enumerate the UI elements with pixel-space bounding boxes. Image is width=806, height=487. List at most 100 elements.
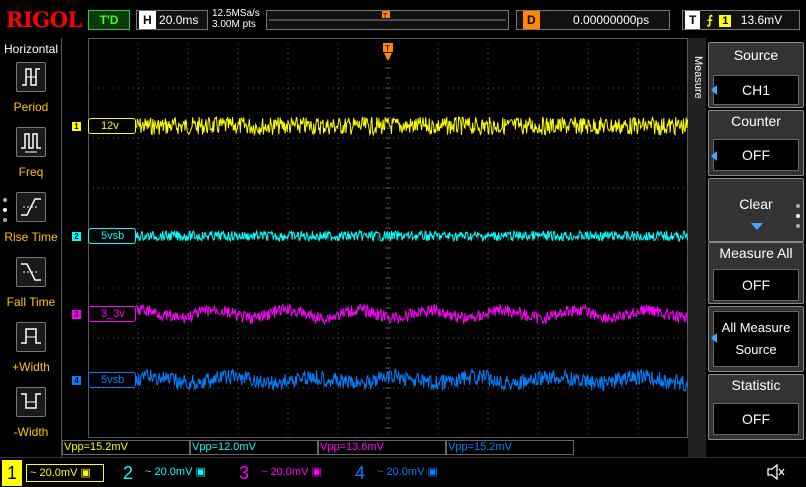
counter-label: Counter	[731, 113, 781, 129]
period-icon	[16, 62, 46, 92]
svg-text:T: T	[384, 44, 390, 53]
page-dot	[3, 218, 7, 222]
page-dot	[3, 198, 7, 202]
all-measure-source-box: All Measure Source	[713, 311, 799, 367]
rise-time-label: Rise Time	[4, 230, 58, 244]
bandwidth-limit-icon: ▣	[311, 466, 322, 478]
measurement-ch2-value: Vpp=12.0mV	[192, 441, 256, 453]
menu-side-tab: Measure	[688, 38, 706, 458]
channel-2-marker[interactable]: 2	[72, 232, 81, 241]
channel-4-number: 4	[354, 463, 365, 483]
positive-width-label: +Width	[12, 360, 50, 374]
channel-3-label: 3_3v	[88, 306, 136, 322]
arrow-left-icon	[711, 151, 717, 161]
trigger-letter: T	[685, 11, 701, 29]
trigger-position-marker: T	[383, 43, 393, 61]
measurement-ch1-value: Vpp=15.2mV	[64, 441, 128, 453]
measurement-ch3-value: Vpp=13.6mV	[320, 441, 384, 453]
waveform-display[interactable]: T	[88, 38, 688, 438]
channel-1-scale-value: 20.0mV	[39, 467, 78, 479]
trigger-level: 13.6mV	[740, 13, 783, 27]
waveform-overview-icon: T	[269, 11, 506, 21]
channel-3-scale: ~ 20.0mV ▣	[258, 464, 336, 482]
channel-4-scale: ~ 20.0mV ▣	[374, 464, 452, 482]
clear-softkey[interactable]: Clear	[708, 178, 804, 242]
bandwidth-limit-icon: ▣	[427, 466, 438, 478]
all-measure-label: All Measure	[721, 320, 791, 335]
counter-softkey[interactable]: Counter OFF	[708, 110, 804, 176]
svg-text:T: T	[382, 12, 388, 20]
channel-3-indicator[interactable]: 3 ~ 20.0mV ▣	[234, 460, 338, 486]
channel-4-trace	[135, 367, 688, 392]
channel-1-marker[interactable]: 1	[72, 122, 81, 131]
measurement-ch1[interactable]: Vpp=15.2mV	[62, 440, 190, 455]
statistic-label: Statistic	[731, 377, 781, 393]
channel-2-indicator[interactable]: 2 ~ 20.0mV ▣	[118, 460, 222, 486]
rise-time-icon	[16, 192, 46, 222]
delay-box[interactable]: D 0.00000000ps	[516, 10, 670, 30]
measurement-ch3[interactable]: Vpp=13.6mV	[318, 440, 446, 455]
channel-3-number: 3	[238, 463, 249, 483]
ac-coupling-icon: ~	[261, 466, 268, 478]
measure-all-softkey[interactable]: Measure All OFF	[708, 242, 804, 304]
menu-title: Measure	[692, 56, 704, 99]
measurement-results: Vpp=15.2mV Vpp=12.0mV Vpp=13.6mV Vpp=15.…	[62, 440, 688, 456]
bandwidth-limit-icon: ▣	[80, 467, 91, 479]
timebase-box[interactable]: H 20.0ms	[136, 10, 208, 30]
channel-1-scale: ~ 20.0mV ▣	[26, 464, 104, 482]
channel-4-marker[interactable]: 4	[72, 376, 81, 385]
memory-depth: 3.00M pts	[212, 19, 256, 30]
all-measure-source-label: Source	[735, 342, 777, 357]
sound-icon[interactable]	[765, 462, 787, 482]
channel-2-number: 2	[122, 463, 133, 483]
rising-edge-icon: ⨍	[706, 13, 713, 27]
delay-value: 0.00000000ps	[573, 13, 650, 27]
channel-bar: 1 ~ 20.0mV ▣ 2 ~ 20.0mV ▣ 3 ~ 20.0mV ▣ 4…	[0, 457, 806, 487]
statistic-value: OFF	[713, 403, 799, 435]
trigger-position-bar[interactable]: T	[266, 10, 509, 30]
statistic-softkey[interactable]: Statistic OFF	[708, 374, 804, 440]
fall-time-icon	[16, 257, 46, 287]
measure-all-value: OFF	[713, 269, 799, 301]
page-dot	[796, 224, 800, 228]
timebase-value: 20.0ms	[159, 13, 199, 27]
measure-frequency-button[interactable]: Freq	[0, 125, 62, 189]
measure-positive-width-button[interactable]: +Width	[0, 320, 62, 384]
counter-value: OFF	[713, 139, 799, 171]
acquisition-status: T'D	[88, 10, 130, 30]
left-menu-title: Horizontal	[3, 42, 59, 56]
page-dot-active	[3, 208, 7, 212]
bandwidth-limit-icon: ▣	[195, 466, 206, 478]
ac-coupling-icon: ~	[145, 466, 152, 478]
measure-fall-time-button[interactable]: Fall Time	[0, 255, 62, 319]
frequency-icon	[16, 127, 46, 157]
measure-all-label: Measure All	[719, 245, 793, 261]
triangle-down-icon	[751, 223, 763, 230]
top-status-bar: RIGOL T'D H 20.0ms 12.5MSa/s 3.00M pts T…	[0, 0, 806, 38]
channel-3-marker[interactable]: 3	[72, 310, 81, 319]
measurement-ch2[interactable]: Vpp=12.0mV	[190, 440, 318, 455]
channel-3-trace	[135, 303, 688, 326]
all-measure-source-softkey[interactable]: All Measure Source	[708, 306, 804, 372]
source-softkey[interactable]: Source CH1	[708, 42, 804, 108]
channel-4-indicator[interactable]: 4 ~ 20.0mV ▣	[350, 460, 454, 486]
clear-label: Clear	[739, 196, 773, 212]
frequency-label: Freq	[18, 165, 44, 179]
sample-rate-info: 12.5MSa/s 3.00M pts	[212, 8, 260, 30]
channel-3-scale-value: 20.0mV	[270, 466, 309, 478]
channel-1-indicator[interactable]: 1 ~ 20.0mV ▣	[2, 460, 106, 486]
measure-negative-width-button[interactable]: -Width	[0, 385, 62, 449]
sample-rate: 12.5MSa/s	[212, 8, 260, 19]
right-measure-menu: Measure Source CH1 Counter OFF Clear Mea…	[688, 38, 806, 458]
arrow-left-icon	[711, 85, 717, 95]
trigger-source: 1	[719, 15, 732, 27]
channel-4-label: 5vsb	[88, 372, 136, 388]
delay-letter: D	[523, 11, 540, 29]
measurement-ch4[interactable]: Vpp=15.2mV	[446, 440, 574, 455]
trigger-box[interactable]: T ⨍ 1 13.6mV	[682, 10, 800, 30]
measure-period-button[interactable]: Period	[0, 60, 62, 124]
left-measure-menu: Horizontal Period Freq Rise Time Fall Ti…	[0, 38, 62, 458]
measure-rise-time-button[interactable]: Rise Time	[0, 190, 62, 254]
negative-width-label: -Width	[13, 425, 49, 439]
channel-2-scale: ~ 20.0mV ▣	[142, 464, 220, 482]
